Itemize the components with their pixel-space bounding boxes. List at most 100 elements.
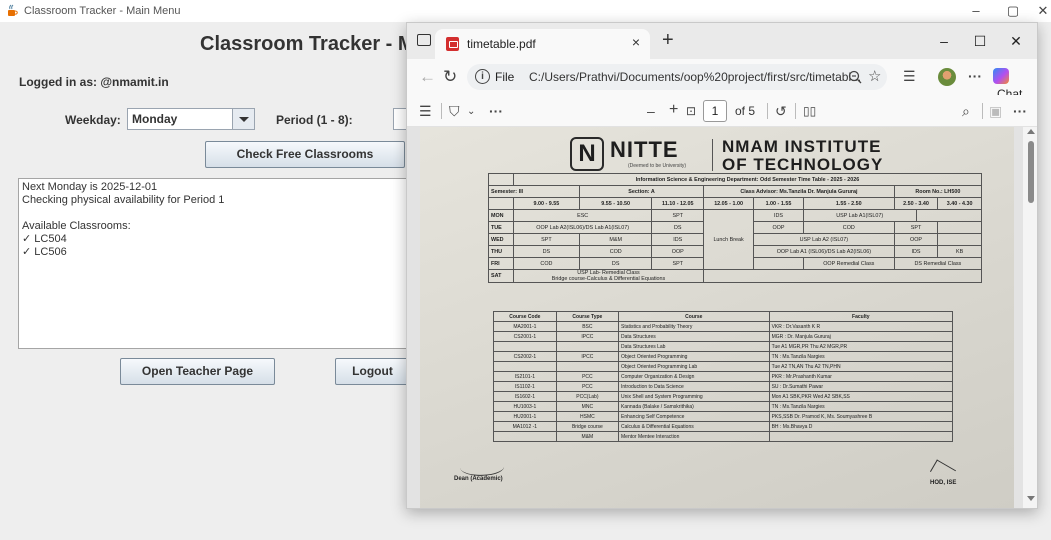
copilot-icon [993, 67, 1009, 84]
hod-label: HOD, ISE [930, 480, 957, 486]
open-teacher-page-button[interactable]: Open Teacher Page [120, 358, 275, 385]
class-cell: ESC [512, 209, 653, 222]
page-view-icon[interactable]: ▯▯ [803, 104, 816, 118]
class-cell: COD [802, 221, 895, 234]
zoom-out-button[interactable]: – [647, 103, 655, 119]
class-cell: DS [651, 221, 705, 234]
dropdown-arrow-icon[interactable] [232, 109, 254, 129]
day-cell: WED [488, 233, 514, 246]
find-icon[interactable]: ⌕ [962, 103, 970, 120]
advisor-cell: Class Advisor: Ms.Tanzila Dr. Manjula Gu… [703, 185, 895, 198]
class-cell: KB [937, 245, 982, 258]
more-tools-icon[interactable]: ··· [489, 103, 503, 119]
rotate-icon[interactable]: ↺ [775, 103, 787, 120]
slot-cell: 9.55 - 10.50 [578, 197, 653, 210]
class-cell: COD [512, 257, 580, 270]
class-cell: OOP [893, 233, 939, 246]
class-cell: OOP Lab A2(ISL06)/DS Lab A1(ISL07) [512, 221, 653, 234]
logo-text: NITTE [610, 137, 679, 162]
course-row: HU2001-1 HSMC Enhancing Self Competence PKS… [493, 411, 954, 422]
hod-signature: HOD, ISE [929, 459, 957, 486]
class-cell: DS [578, 257, 653, 270]
semester-cell: Semester: III [488, 185, 580, 198]
weekday-selected-value: Monday [132, 112, 178, 126]
class-cell: OOP Remedial Class [802, 257, 895, 270]
app-close-button[interactable]: ✕ [1031, 2, 1051, 20]
new-tab-button[interactable]: + [662, 29, 674, 52]
class-cell: OOP Lab A1 (ISL06)/DS Lab A2(ISL06) [753, 245, 895, 258]
course-row: IS1102-1 PCC Introduction to Data Science S… [493, 381, 954, 392]
section-cell: Section: A [578, 185, 705, 198]
lunch-break-cell: Lunch Break [703, 209, 755, 270]
timetable: Information Science & Engineering Depart… [488, 173, 983, 283]
class-cell: SPT [651, 257, 705, 270]
browser-toolbar: ← ↻ i File C:/Users/Prathvi/Documents/oo… [407, 59, 1037, 101]
class-cell: IDS [753, 209, 804, 222]
browser-minimize-button[interactable]: – [929, 30, 959, 52]
course-row: M&M Mentor Mentee Interaction [493, 431, 954, 442]
result-line: ✓ LC504 [22, 233, 67, 245]
tab-strip: timetable.pdf × + – ☐ ✕ [407, 23, 1037, 59]
zoom-icon[interactable] [848, 70, 862, 84]
dean-signature: Dean (Academic) [454, 455, 505, 482]
page-count: of 5 [735, 104, 756, 118]
check-free-classrooms-button[interactable]: Check Free Classrooms [205, 141, 405, 168]
favorites-list-icon[interactable]: ☰ [903, 68, 916, 85]
fit-page-icon[interactable]: ⊡ [686, 104, 696, 118]
profile-avatar[interactable] [938, 68, 956, 86]
class-cell: IDS [651, 233, 705, 246]
course-row: Object Oriented Programming Lab Tue A2 TN… [493, 361, 954, 372]
slot-cell: 12.05 - 1.00 [703, 197, 755, 210]
pdf-scrollbar[interactable] [1023, 127, 1037, 508]
pdf-viewer[interactable]: N NITTE (Deemed to be University) NMAM I… [407, 127, 1037, 508]
save-icon[interactable]: ▣ [989, 103, 1002, 120]
result-line: Available Classrooms: [22, 220, 131, 232]
favorite-star-icon[interactable]: ☆ [868, 67, 881, 85]
results-text-area[interactable]: Next Monday is 2025-12-01 Checking physi… [18, 178, 418, 349]
page-number-input[interactable]: 1 [703, 100, 727, 122]
back-arrow-icon[interactable]: ← [419, 67, 436, 87]
weekday-dropdown[interactable]: Monday [127, 108, 255, 130]
scroll-up-icon[interactable] [1027, 129, 1035, 134]
more-options-icon[interactable]: ··· [968, 68, 982, 84]
weekday-label: Weekday: [65, 113, 121, 127]
scroll-down-icon[interactable] [1027, 496, 1035, 501]
slot-cell: 3.40 - 4.30 [937, 197, 982, 210]
course-row: MA1012 -1 Bridge course Calculus & Differe… [493, 421, 954, 432]
tab-close-icon[interactable]: × [632, 34, 640, 50]
contents-icon[interactable]: ☰ [419, 103, 432, 120]
scroll-thumb[interactable] [1028, 141, 1034, 203]
day-cell: FRI [488, 257, 514, 270]
pdf-file-icon [446, 37, 459, 51]
browser-close-button[interactable]: ✕ [1001, 30, 1031, 52]
day-cell: SAT [488, 269, 514, 283]
tab-timetable-pdf[interactable]: timetable.pdf × [435, 29, 650, 59]
app-minimize-button[interactable]: – [964, 2, 988, 20]
refresh-icon[interactable]: ↻ [443, 67, 457, 87]
tab-actions-icon[interactable] [417, 34, 431, 46]
browser-maximize-button[interactable]: ☐ [965, 30, 995, 52]
course-header: Faculty [768, 311, 954, 322]
app-window-title: Classroom Tracker - Main Menu [24, 5, 181, 17]
class-cell: DS [512, 245, 580, 258]
slot-cell: 2.50 - 3.40 [893, 197, 939, 210]
draw-icon[interactable]: ⛉ [449, 103, 460, 120]
day-cell: MON [488, 209, 514, 222]
dean-label: Dean (Academic) [454, 476, 503, 482]
day-cell: TUE [488, 221, 514, 234]
draw-dropdown-icon[interactable]: ⌄ [467, 106, 475, 117]
slot-cell: 11.10 - 12.05 [651, 197, 705, 210]
class-cell: OOP [753, 221, 804, 234]
pdf-more-icon[interactable]: ··· [1013, 103, 1027, 119]
timetable-header: Information Science & Engineering Depart… [512, 173, 983, 186]
zoom-in-button[interactable]: + [669, 101, 678, 119]
course-header: Course Code [493, 311, 557, 322]
info-icon[interactable]: i [475, 69, 490, 84]
logout-button[interactable]: Logout [335, 358, 410, 385]
address-bar[interactable]: i File C:/Users/Prathvi/Documents/oop%20… [467, 64, 887, 90]
class-cell: DS Remedial Class [893, 257, 983, 270]
address-url: C:/Users/Prathvi/Documents/oop%20project… [529, 70, 862, 84]
logged-in-label: Logged in as: @nmamit.in [19, 75, 169, 89]
app-maximize-button[interactable]: ▢ [1001, 2, 1025, 20]
address-scheme: File [495, 70, 515, 84]
